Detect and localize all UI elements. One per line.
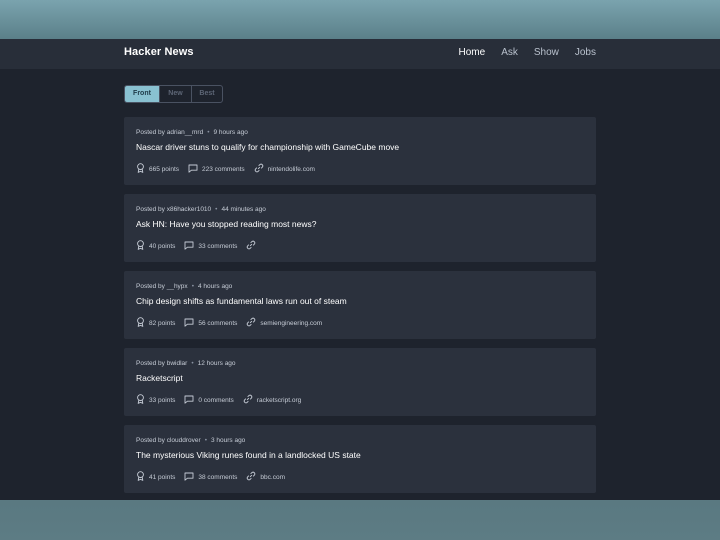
story-info: 665 points 223 comments nintendolife.com bbox=[136, 163, 324, 175]
meta-separator: • bbox=[215, 206, 217, 213]
story-points: 82 points bbox=[136, 317, 175, 329]
story-title[interactable]: Racketscript bbox=[136, 373, 183, 383]
nav-ask[interactable]: Ask bbox=[501, 47, 518, 58]
award-icon bbox=[136, 471, 149, 483]
story-points: 33 points bbox=[136, 394, 175, 406]
domain-link[interactable]: nintendolife.com bbox=[268, 166, 315, 173]
points-count: 33 points bbox=[149, 397, 175, 404]
story-title[interactable]: Ask HN: Have you stopped reading most ne… bbox=[136, 219, 316, 229]
comments-count: 56 comments bbox=[198, 320, 237, 327]
story-domain[interactable]: bbc.com bbox=[246, 471, 285, 483]
comment-icon bbox=[188, 164, 202, 175]
story-points: 41 points bbox=[136, 471, 175, 483]
story-time: 9 hours ago bbox=[214, 129, 248, 136]
story-card: Posted by bwidlar • 12 hours ago Racketscr… bbox=[124, 348, 596, 416]
story-info: 33 points 0 comments racketscript.org bbox=[136, 394, 310, 406]
comment-icon bbox=[184, 472, 198, 483]
top-nav-bar: Hacker News Home Ask Show Jobs bbox=[0, 39, 720, 69]
story-comments[interactable]: 33 comments bbox=[184, 241, 237, 252]
story-comments[interactable]: 0 comments bbox=[184, 395, 233, 406]
story-list: Posted by adrian__mrd • 9 hours ago Nascar… bbox=[124, 117, 596, 500]
story-time: 3 hours ago bbox=[211, 437, 245, 444]
comment-icon bbox=[184, 318, 198, 329]
points-count: 40 points bbox=[149, 243, 175, 250]
nav-show[interactable]: Show bbox=[534, 47, 559, 58]
story-comments[interactable]: 223 comments bbox=[188, 164, 245, 175]
tab-front[interactable]: Front bbox=[125, 86, 160, 102]
story-card: Posted by clouddrover • 3 hours ago The my… bbox=[124, 425, 596, 493]
story-author[interactable]: Posted by adrian__mrd bbox=[136, 129, 203, 136]
comment-icon bbox=[184, 395, 198, 406]
story-domain[interactable] bbox=[246, 240, 260, 252]
story-title[interactable]: The mysterious Viking runes found in a l… bbox=[136, 450, 361, 460]
nav-jobs[interactable]: Jobs bbox=[575, 47, 596, 58]
domain-link[interactable]: racketscript.org bbox=[257, 397, 301, 404]
story-comments[interactable]: 56 comments bbox=[184, 318, 237, 329]
story-domain[interactable]: racketscript.org bbox=[243, 394, 301, 406]
meta-separator: • bbox=[205, 437, 207, 444]
story-meta: Posted by x86hacker1010 • 44 minutes ago bbox=[136, 206, 266, 213]
points-count: 665 points bbox=[149, 166, 179, 173]
app-window: Hacker News Home Ask Show Jobs Front New… bbox=[0, 39, 720, 500]
domain-link[interactable]: bbc.com bbox=[260, 474, 285, 481]
site-logo[interactable]: Hacker News bbox=[124, 46, 194, 58]
meta-separator: • bbox=[191, 360, 193, 367]
link-icon bbox=[243, 394, 257, 406]
points-count: 41 points bbox=[149, 474, 175, 481]
story-time: 44 minutes ago bbox=[221, 206, 265, 213]
story-card: Posted by __hypx • 4 hours ago Chip design… bbox=[124, 271, 596, 339]
story-time: 4 hours ago bbox=[198, 283, 232, 290]
tab-best[interactable]: Best bbox=[192, 86, 222, 102]
story-title[interactable]: Chip design shifts as fundamental laws r… bbox=[136, 296, 347, 306]
story-info: 40 points 33 comments bbox=[136, 240, 269, 252]
story-meta: Posted by __hypx • 4 hours ago bbox=[136, 283, 232, 290]
meta-separator: • bbox=[192, 283, 194, 290]
story-domain[interactable]: nintendolife.com bbox=[254, 163, 315, 175]
points-count: 82 points bbox=[149, 320, 175, 327]
award-icon bbox=[136, 240, 149, 252]
award-icon bbox=[136, 394, 149, 406]
comment-icon bbox=[184, 241, 198, 252]
story-title[interactable]: Nascar driver stuns to qualify for champ… bbox=[136, 142, 399, 152]
story-author[interactable]: Posted by clouddrover bbox=[136, 437, 201, 444]
meta-separator: • bbox=[207, 129, 209, 136]
story-time: 12 hours ago bbox=[198, 360, 236, 367]
story-domain[interactable]: semiengineering.com bbox=[246, 317, 322, 329]
comments-count: 223 comments bbox=[202, 166, 245, 173]
story-meta: Posted by bwidlar • 12 hours ago bbox=[136, 360, 236, 367]
story-author[interactable]: Posted by bwidlar bbox=[136, 360, 187, 367]
story-author[interactable]: Posted by x86hacker1010 bbox=[136, 206, 211, 213]
link-icon bbox=[246, 317, 260, 329]
story-points: 40 points bbox=[136, 240, 175, 252]
comments-count: 33 comments bbox=[198, 243, 237, 250]
link-icon bbox=[246, 471, 260, 483]
award-icon bbox=[136, 163, 149, 175]
feed-tabs: Front New Best bbox=[124, 85, 223, 103]
link-icon bbox=[246, 240, 260, 252]
story-info: 41 points 38 comments bbc.com bbox=[136, 471, 294, 483]
story-comments[interactable]: 38 comments bbox=[184, 472, 237, 483]
tab-new[interactable]: New bbox=[160, 86, 192, 102]
award-icon bbox=[136, 317, 149, 329]
comments-count: 0 comments bbox=[198, 397, 233, 404]
story-meta: Posted by adrian__mrd • 9 hours ago bbox=[136, 129, 248, 136]
link-icon bbox=[254, 163, 268, 175]
story-author[interactable]: Posted by __hypx bbox=[136, 283, 188, 290]
main-nav: Home Ask Show Jobs bbox=[459, 47, 597, 58]
story-info: 82 points 56 comments semiengineering.co… bbox=[136, 317, 331, 329]
story-card: Posted by adrian__mrd • 9 hours ago Nascar… bbox=[124, 117, 596, 185]
domain-link[interactable]: semiengineering.com bbox=[260, 320, 322, 327]
story-card: Posted by x86hacker1010 • 44 minutes ago A… bbox=[124, 194, 596, 262]
story-meta: Posted by clouddrover • 3 hours ago bbox=[136, 437, 245, 444]
nav-home[interactable]: Home bbox=[459, 47, 486, 58]
comments-count: 38 comments bbox=[198, 474, 237, 481]
story-points: 665 points bbox=[136, 163, 179, 175]
